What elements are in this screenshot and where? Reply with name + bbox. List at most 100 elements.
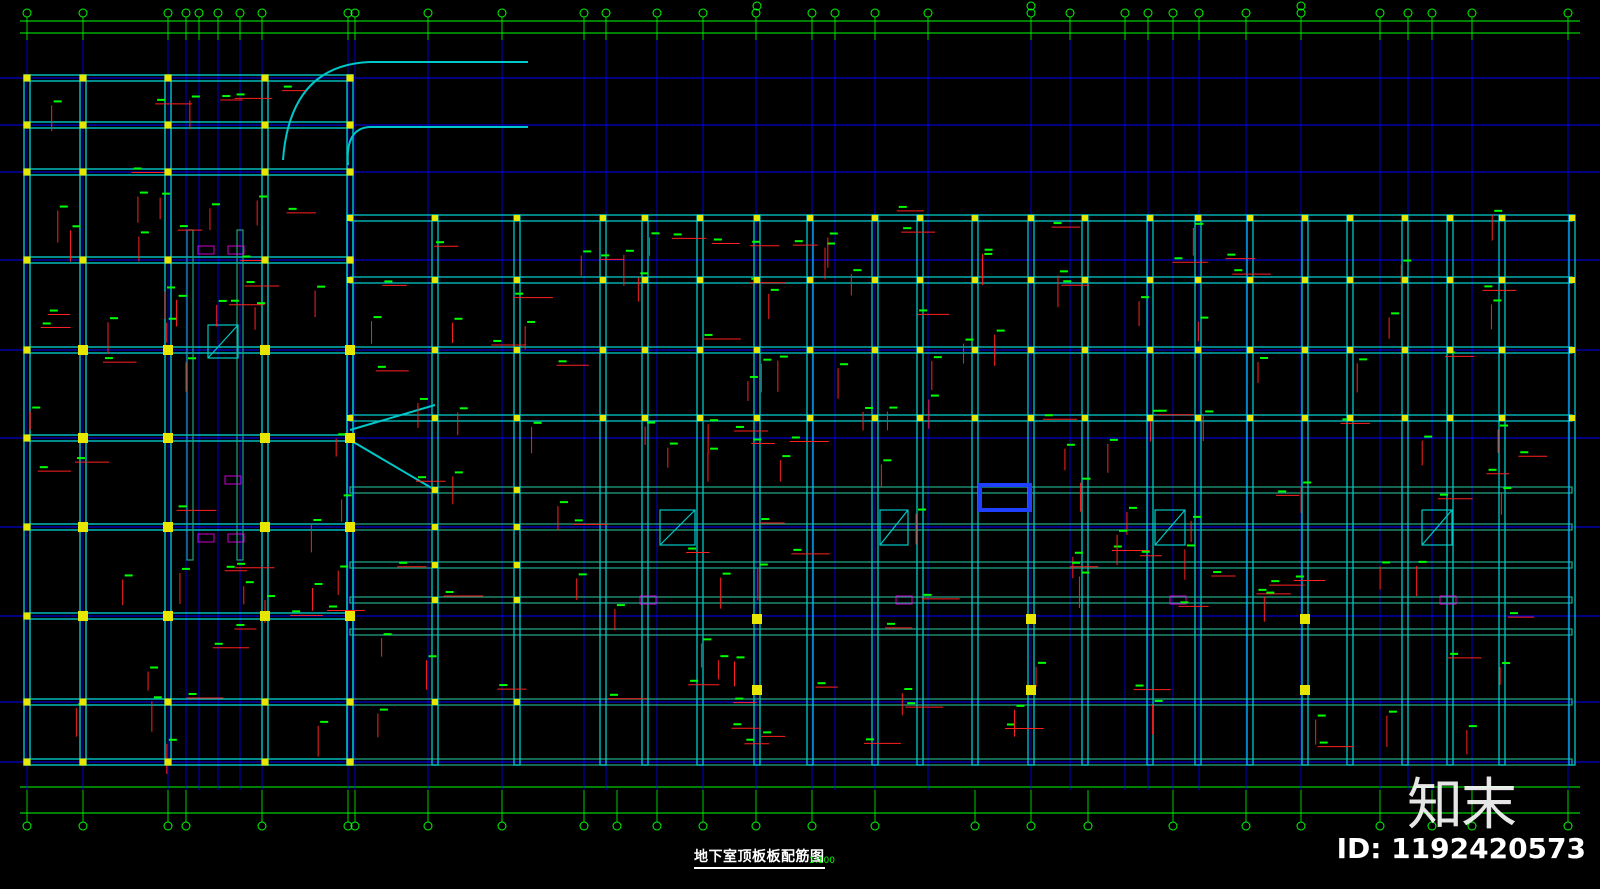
rebar-label [1303,481,1312,484]
rebar-label [779,355,788,358]
rebar-label [1500,424,1509,427]
column [78,433,88,443]
rebar-label [39,466,48,469]
column [79,256,87,264]
column [917,415,923,421]
rebar-label [445,590,454,593]
rebar-label [735,697,744,700]
column [1347,277,1353,283]
rebar-label [1278,490,1287,493]
rebar-label [770,288,779,291]
column [1347,415,1353,421]
column [642,277,648,283]
column [1402,277,1408,283]
column [514,597,520,603]
column [1402,347,1408,353]
column [346,698,354,706]
rebar-label [178,294,187,297]
rebar-label [1520,451,1529,454]
column [1247,415,1253,421]
rebar-label [736,656,745,659]
column [872,347,878,353]
rebar-label [32,406,41,409]
rebar-label [1503,487,1512,490]
column [1195,347,1201,353]
column [1447,215,1453,221]
rebar-label [1382,561,1391,564]
column [79,698,87,706]
rebar-label [140,231,149,234]
rebar-label [187,357,196,360]
column [697,215,703,221]
rebar-label [904,688,913,691]
column [872,277,878,283]
column [347,347,353,353]
column [1028,415,1034,421]
column [514,347,520,353]
rebar-label [1158,409,1167,412]
rebar-label [133,167,142,170]
rebar-label [558,360,567,363]
rebar-label [230,299,239,302]
column [1195,277,1201,283]
rebar-label [1006,723,1015,726]
column [23,698,31,706]
rebar-label [791,436,800,439]
rebar-label [259,195,268,198]
column [261,758,269,766]
rebar-label [919,309,928,312]
column [807,277,813,283]
rebar-label [1418,560,1427,563]
column [1302,415,1308,421]
rebar-label [583,250,592,253]
column [261,698,269,706]
rebar-label [242,255,251,258]
rebar-label [688,547,697,550]
rebar-label [817,682,826,685]
column [23,168,31,176]
column [23,434,31,442]
column [514,215,520,221]
rebar-label [746,738,755,741]
rebar-label [283,85,292,88]
rebar-label [459,407,468,410]
rebar-label [1113,545,1122,548]
image-id-label: ID: 1192420573 [1336,832,1586,865]
column [23,346,31,354]
rebar-label [49,309,58,312]
rebar-label [178,505,187,508]
column [1147,215,1153,221]
rebar-label [191,95,200,98]
rebar-label [883,459,892,462]
column [346,121,354,129]
column [1402,215,1408,221]
rebar-label [1502,662,1511,665]
rebar-label [153,696,162,699]
column [1499,347,1505,353]
column [752,685,762,695]
column [164,256,172,264]
rebar-label [1319,741,1328,744]
column [346,256,354,264]
rebar-label [1317,714,1326,717]
rebar-label [157,98,166,101]
rebar-label [1266,591,1275,594]
column [23,121,31,129]
rebar-label [399,561,408,564]
column [260,611,270,621]
rebar-label [236,93,245,96]
column [347,415,353,421]
column [432,415,438,421]
column [972,415,978,421]
column [514,415,520,421]
column [23,74,31,82]
column [1147,415,1153,421]
rebar-label [1074,551,1083,554]
column [78,522,88,532]
rebar-label [383,633,392,636]
rebar-label [1135,684,1144,687]
column [260,522,270,532]
rebar-label [42,322,51,325]
column [261,256,269,264]
rebar-label [1484,285,1493,288]
